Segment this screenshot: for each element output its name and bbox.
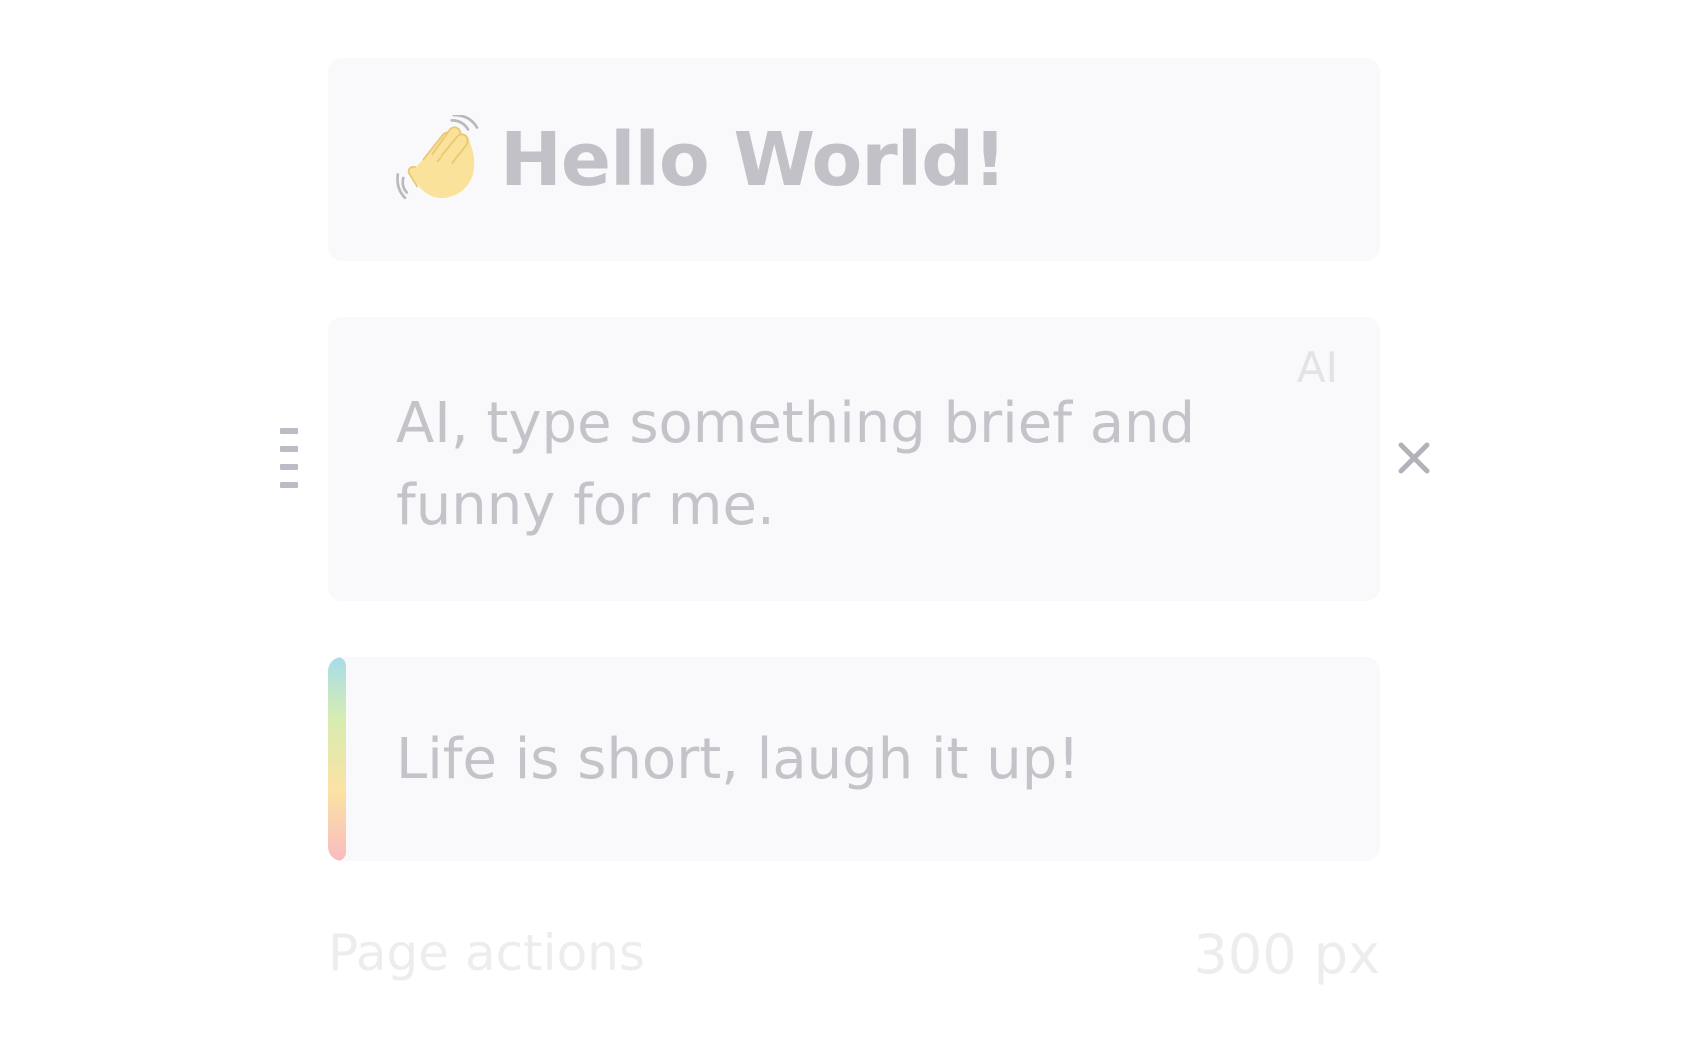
page-actions-label[interactable]: Page actions: [328, 928, 645, 978]
ai-response-block[interactable]: Life is short, laugh it up!: [328, 657, 1380, 861]
ai-response-text[interactable]: Life is short, laugh it up!: [396, 657, 1080, 861]
ai-badge: AI: [1296, 343, 1338, 392]
editor-canvas: Hello World! AI AI, type something brief…: [0, 0, 1699, 1046]
ai-gradient-indicator: [328, 657, 346, 861]
drag-handle-icon[interactable]: [280, 428, 300, 490]
page-title[interactable]: Hello World!: [500, 123, 1007, 197]
title-block[interactable]: Hello World!: [328, 58, 1380, 261]
close-icon[interactable]: [1396, 440, 1432, 476]
ai-prompt-block[interactable]: AI AI, type something brief and funny fo…: [328, 317, 1380, 601]
ai-prompt-text[interactable]: AI, type something brief and funny for m…: [396, 383, 1256, 547]
width-value: 300 px: [1193, 923, 1380, 986]
waving-hand-icon: [396, 114, 479, 199]
